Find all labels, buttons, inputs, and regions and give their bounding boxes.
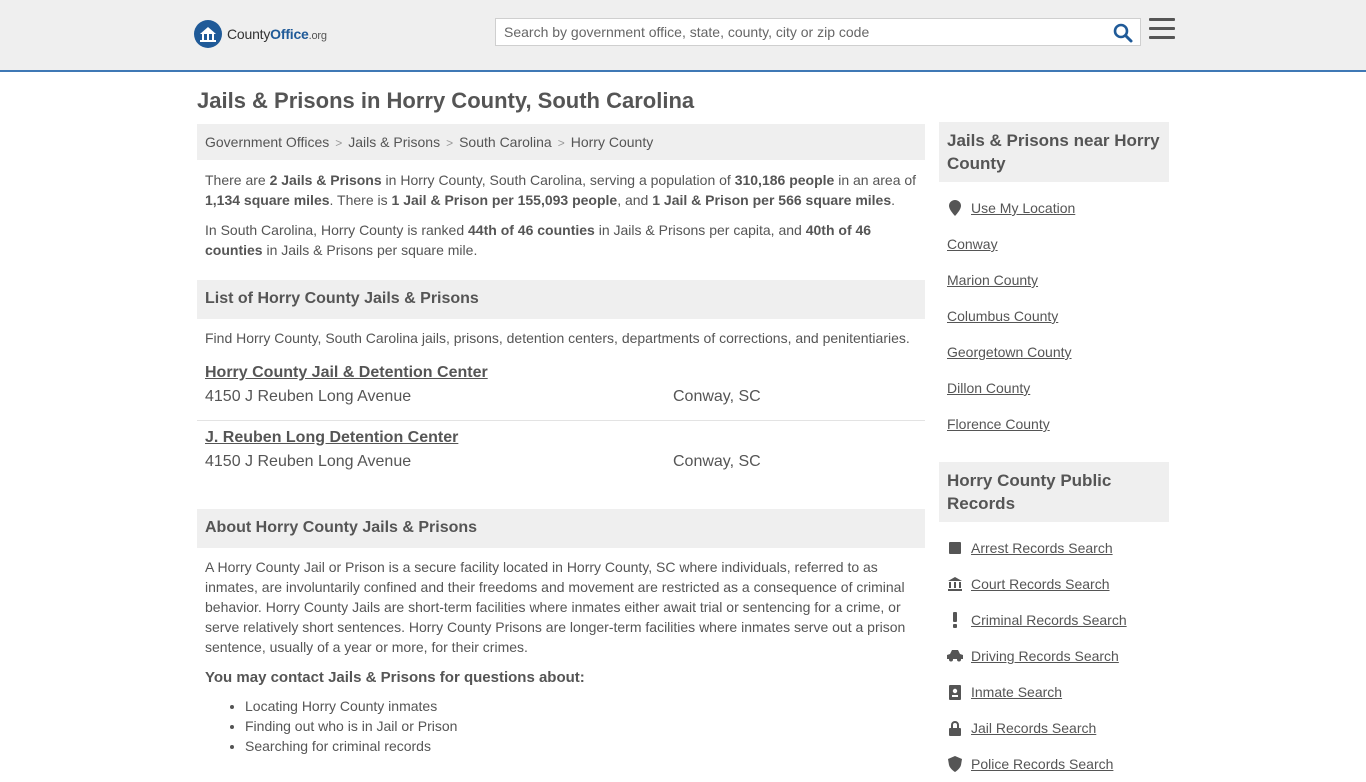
search-icon[interactable]	[1112, 22, 1134, 44]
listing-city: Conway, SC	[673, 388, 761, 405]
listing-name-link[interactable]: Horry County Jail & Detention Center	[205, 364, 488, 381]
listing-address: 4150 J Reuben Long Avenue	[205, 388, 412, 405]
nearby-item: Dillon County	[947, 370, 1161, 406]
breadcrumb-link-jails-prisons[interactable]: Jails & Prisons	[348, 134, 440, 150]
nearby-link-conway[interactable]: Conway	[947, 236, 998, 252]
list-item: Locating Horry County inmates	[245, 696, 925, 716]
use-location-item: Use My Location	[947, 190, 1161, 226]
records-item: Inmate Search	[947, 674, 1161, 710]
intro-text-segment: in Horry County, South Carolina, serving…	[381, 172, 735, 188]
intro-text-segment: in Jails & Prisons per capita, and	[594, 222, 806, 238]
records-item: Court Records Search	[947, 566, 1161, 602]
intro-highlight: 44th of 46 counties	[468, 222, 595, 238]
car-icon	[947, 648, 963, 664]
public-records-list: Arrest Records Search Court Records Sear…	[939, 530, 1169, 782]
contact-heading: You may contact Jails & Prisons for ques…	[205, 669, 585, 686]
intro-text-segment: .	[891, 192, 896, 208]
chevron-right-icon: >	[335, 136, 343, 150]
intro-text: There are 2 Jails & Prisons in Horry Cou…	[197, 170, 925, 260]
inmate-search-link[interactable]: Inmate Search	[971, 684, 1062, 700]
map-marker-icon	[947, 200, 963, 216]
main-content: Government Offices > Jails & Prisons > South…	[197, 124, 925, 756]
site-logo[interactable]: CountyOffice.org	[194, 20, 327, 48]
nearby-link-marion-county[interactable]: Marion County	[947, 272, 1038, 288]
contact-topics-list: Locating Horry County inmates Finding ou…	[197, 696, 925, 756]
criminal-records-link[interactable]: Criminal Records Search	[971, 612, 1127, 628]
nearby-item: Columbus County	[947, 298, 1161, 334]
listing-address: 4150 J Reuben Long Avenue	[205, 453, 412, 470]
search-input[interactable]	[496, 19, 1096, 45]
nearby-item: Conway	[947, 226, 1161, 262]
breadcrumb-link-government-offices[interactable]: Government Offices	[205, 134, 329, 150]
nearby-list: Use My Location Conway Marion County Col…	[939, 190, 1169, 442]
capitol-logo-icon	[194, 20, 222, 48]
records-item: Driving Records Search	[947, 638, 1161, 674]
intro-text-segment: in Jails & Prisons per square mile.	[262, 242, 478, 258]
arrest-records-link[interactable]: Arrest Records Search	[971, 540, 1113, 556]
breadcrumb-link-horry-county[interactable]: Horry County	[571, 134, 653, 150]
sidebar: Jails & Prisons near Horry County Use My…	[939, 122, 1169, 782]
listing-item: J. Reuben Long Detention Center 4150 J R…	[197, 421, 925, 486]
nearby-link-columbus-county[interactable]: Columbus County	[947, 308, 1058, 324]
intro-paragraph-ranking: In South Carolina, Horry County is ranke…	[197, 220, 925, 260]
breadcrumb-link-south-carolina[interactable]: South Carolina	[459, 134, 552, 150]
page-title: Jails & Prisons in Horry County, South C…	[197, 88, 695, 113]
nearby-link-georgetown-county[interactable]: Georgetown County	[947, 344, 1072, 360]
hamburger-menu-icon[interactable]	[1149, 18, 1175, 44]
nearby-item: Florence County	[947, 406, 1161, 442]
records-item: Jail Records Search	[947, 710, 1161, 746]
intro-paragraph-stats: There are 2 Jails & Prisons in Horry Cou…	[197, 170, 925, 210]
intro-text-segment: There are	[205, 172, 270, 188]
breadcrumb: Government Offices > Jails & Prisons > South…	[197, 124, 925, 160]
list-item: Searching for criminal records	[245, 736, 925, 756]
about-paragraph: A Horry County Jail or Prison is a secur…	[205, 559, 906, 655]
intro-highlight: 2 Jails & Prisons	[269, 172, 382, 188]
site-header: CountyOffice.org	[0, 0, 1366, 72]
intro-highlight: 1,134 square miles	[205, 192, 330, 208]
public-records-heading: Horry County Public Records	[939, 462, 1169, 522]
jail-records-link[interactable]: Jail Records Search	[971, 720, 1096, 736]
records-item: Arrest Records Search	[947, 530, 1161, 566]
nearby-link-florence-county[interactable]: Florence County	[947, 416, 1050, 432]
use-my-location-link[interactable]: Use My Location	[971, 200, 1075, 216]
intro-highlight: 1 Jail & Prison per 155,093 people	[391, 192, 618, 208]
about-section: A Horry County Jail or Prison is a secur…	[197, 557, 925, 756]
square-icon	[947, 540, 963, 556]
about-section-heading: About Horry County Jails & Prisons	[197, 509, 925, 548]
intro-text-segment: , and	[617, 192, 653, 208]
courthouse-icon	[947, 576, 963, 592]
intro-text-segment: In South Carolina, Horry County is ranke…	[205, 222, 469, 238]
records-item: Criminal Records Search	[947, 602, 1161, 638]
intro-highlight: 310,186 people	[734, 172, 835, 188]
lock-icon	[947, 720, 963, 736]
records-item: Police Records Search	[947, 746, 1161, 782]
shield-icon	[947, 756, 963, 772]
search-bar	[495, 18, 1141, 46]
list-section-heading: List of Horry County Jails & Prisons	[197, 280, 925, 319]
intro-highlight: 1 Jail & Prison per 566 square miles	[652, 192, 892, 208]
court-records-link[interactable]: Court Records Search	[971, 576, 1110, 592]
list-section-description: Find Horry County, South Carolina jails,…	[205, 330, 910, 346]
intro-text-segment: in an area of	[834, 172, 917, 188]
listing-item: Horry County Jail & Detention Center 415…	[197, 356, 925, 421]
chevron-right-icon: >	[446, 136, 454, 150]
nearby-link-dillon-county[interactable]: Dillon County	[947, 380, 1030, 396]
driving-records-link[interactable]: Driving Records Search	[971, 648, 1119, 664]
police-records-link[interactable]: Police Records Search	[971, 756, 1113, 772]
nearby-item: Georgetown County	[947, 334, 1161, 370]
logo-wordmark: CountyOffice.org	[227, 26, 327, 42]
exclamation-icon	[947, 612, 963, 628]
nearby-heading: Jails & Prisons near Horry County	[939, 122, 1169, 182]
id-badge-icon	[947, 684, 963, 700]
listing-city: Conway, SC	[673, 453, 761, 470]
chevron-right-icon: >	[557, 136, 565, 150]
list-item: Finding out who is in Jail or Prison	[245, 716, 925, 736]
intro-text-segment: . There is	[329, 192, 392, 208]
listing-name-link[interactable]: J. Reuben Long Detention Center	[205, 429, 458, 446]
nearby-item: Marion County	[947, 262, 1161, 298]
